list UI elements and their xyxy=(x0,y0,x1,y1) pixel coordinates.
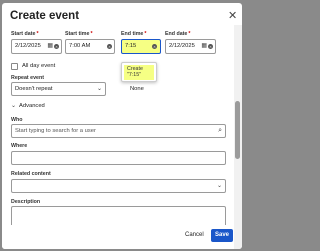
start-date-label: Start date* xyxy=(11,31,39,37)
chevron-down-icon: ⌄ xyxy=(96,86,102,92)
chevron-down-icon[interactable]: ⌄ xyxy=(11,102,16,109)
close-icon[interactable]: ✕ xyxy=(228,9,237,22)
end-time-label: End time* xyxy=(121,31,147,37)
search-icon[interactable]: ⌕ xyxy=(218,125,222,137)
end-date-field[interactable]: 2/12/2025 ▦ × xyxy=(165,39,216,54)
who-label: Who xyxy=(11,117,23,123)
cancel-button[interactable]: Cancel xyxy=(185,232,204,238)
chevron-down-icon: ⌄ xyxy=(216,183,222,189)
repeat-end-value: None xyxy=(130,86,144,92)
end-time-dropdown: Create "7:15" xyxy=(121,62,157,82)
all-day-checkbox[interactable] xyxy=(11,63,18,70)
start-time-label: Start time* xyxy=(65,31,93,37)
calendar-icon[interactable]: ▦ xyxy=(201,40,207,53)
description-label: Description xyxy=(11,199,41,205)
start-date-field[interactable]: 2/12/2025 ▦ × xyxy=(11,39,62,54)
related-content-select[interactable]: ⌄ xyxy=(11,179,226,193)
advanced-toggle[interactable]: Advanced xyxy=(19,103,45,109)
clear-icon[interactable]: × xyxy=(54,44,59,49)
end-time-field[interactable]: 7:15 × xyxy=(121,39,161,54)
scrollbar-thumb[interactable] xyxy=(235,101,240,159)
create-event-dialog: Create event ✕ Start date* Start time* E… xyxy=(2,3,242,249)
repeat-select[interactable]: Doesn't repeat ⌄ xyxy=(11,82,106,96)
save-button[interactable]: Save xyxy=(211,229,233,242)
all-day-label: All day event xyxy=(22,63,56,69)
start-time-field[interactable]: 7:00 AM × xyxy=(65,39,115,54)
where-input[interactable] xyxy=(11,151,226,165)
where-label: Where xyxy=(11,143,28,149)
who-search-input[interactable]: Start typing to search for a user ⌕ xyxy=(11,124,226,138)
repeat-event-label: Repeat event xyxy=(11,75,44,81)
calendar-icon[interactable]: ▦ xyxy=(47,40,53,53)
create-time-option[interactable]: Create "7:15" xyxy=(124,65,154,80)
clear-icon[interactable]: × xyxy=(107,44,112,49)
end-date-label: End date* xyxy=(165,31,191,37)
clear-icon[interactable]: × xyxy=(152,44,157,49)
scrollbar[interactable] xyxy=(234,25,242,249)
dialog-title: Create event xyxy=(10,10,80,22)
dialog-content: Start date* Start time* End time* End da… xyxy=(2,25,234,249)
clear-icon[interactable]: × xyxy=(208,44,213,49)
related-content-label: Related content xyxy=(11,171,51,177)
